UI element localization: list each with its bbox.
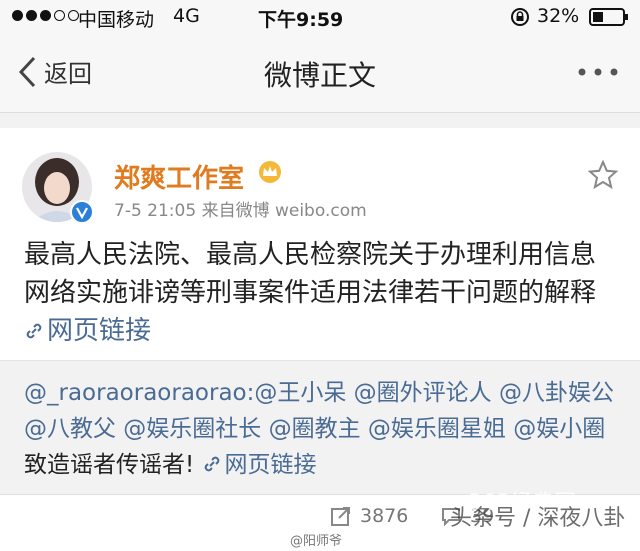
repost-text: @_raoraoraoraorao:@王小呆 @圈外评论人 @八卦娱公 @八教父…	[24, 375, 624, 483]
battery-percent: 32%	[537, 5, 580, 27]
repost-web-link[interactable]: 网页链接	[202, 452, 317, 478]
repost-mentions[interactable]: @_raoraoraoraorao:@王小呆 @圈外评论人 @八卦娱公 @八教父…	[24, 380, 614, 442]
more-options-icon[interactable]	[576, 62, 620, 82]
link-icon	[26, 323, 42, 339]
repost-count: 3876	[360, 505, 409, 527]
post-web-link[interactable]: 网页链接	[24, 316, 151, 346]
user-name[interactable]: 郑爽工作室	[114, 158, 244, 195]
favorite-star-icon[interactable]	[588, 160, 618, 190]
status-time: 下午9:59	[258, 9, 344, 31]
post-body: 最高人民法院、最高人民检察院关于办理利用信息网络实施诽谤等刑事案件适用法律若干问…	[24, 236, 620, 350]
repost-link-label: 网页链接	[224, 452, 317, 478]
repost-content: @_raoraoraoraorao:@王小呆 @圈外评论人 @八卦娱公 @八教父…	[0, 360, 640, 495]
watermark-toutiao: 头条号 / 深夜八卦	[450, 506, 626, 531]
page-title: 微博正文	[263, 59, 376, 92]
watermark-author: @阳师爷	[290, 534, 343, 549]
rotation-lock-icon	[511, 8, 529, 26]
battery-icon	[589, 8, 628, 26]
vip-crown-icon	[259, 161, 281, 183]
signal-strength-icon	[12, 10, 79, 21]
verified-badge-icon	[70, 200, 94, 224]
repost-icon	[331, 507, 350, 526]
network-type: 4G	[173, 5, 200, 27]
status-bar: 中国移动 4G 下午9:59 32%	[0, 0, 640, 34]
navigation-bar: 返回 微博正文	[0, 34, 640, 113]
repost-button[interactable]: 3876	[330, 505, 408, 527]
post-card: 郑爽工作室 7-5 21:05 来自微博 weibo.com 最高人民法院、最高…	[0, 128, 640, 360]
repost-plain-text: 致造谣者传谣者!	[24, 452, 202, 478]
post-text: 最高人民法院、最高人民检察院关于办理利用信息网络实施诽谤等刑事案件适用法律若干问…	[24, 240, 597, 308]
carrier-name: 中国移动	[78, 9, 155, 31]
post-link-label: 网页链接	[47, 316, 152, 346]
link-icon	[204, 456, 219, 472]
post-meta: 7-5 21:05 来自微博 weibo.com	[114, 201, 367, 221]
